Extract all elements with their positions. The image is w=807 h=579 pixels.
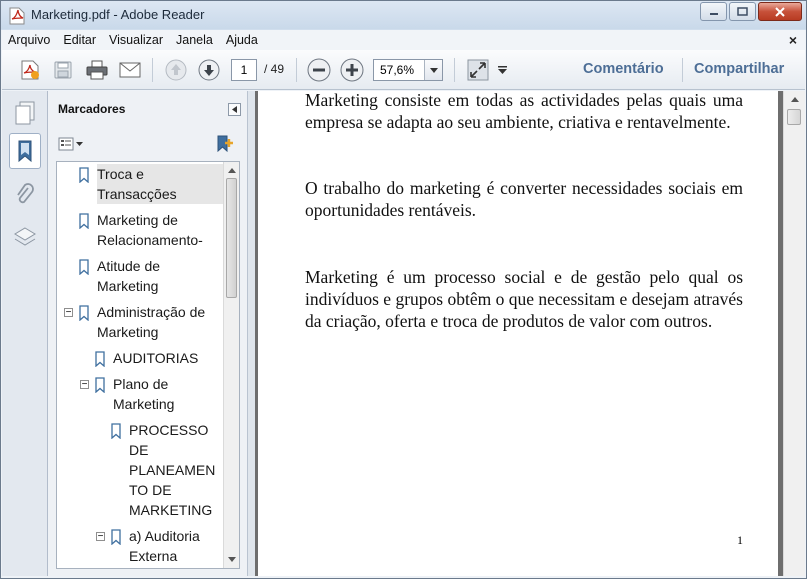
- paragraph: Marketing é um processo social e de gest…: [305, 267, 743, 331]
- bookmark-options-button[interactable]: [58, 137, 84, 154]
- scroll-thumb[interactable]: [226, 178, 237, 298]
- title-bar: Marketing.pdf - Adobe Reader: [1, 1, 806, 30]
- zoom-out-button[interactable]: [306, 57, 332, 83]
- toolbar-options-button[interactable]: [495, 57, 509, 83]
- comment-button[interactable]: Comentário: [583, 61, 664, 77]
- bookmark-icon: [18, 140, 32, 163]
- app-window: Marketing.pdf - Adobe Reader Arquivo Edi…: [0, 0, 807, 579]
- menu-ajuda[interactable]: Ajuda: [226, 33, 258, 47]
- options-menu-icon: [58, 137, 83, 151]
- print-button[interactable]: [84, 57, 110, 83]
- paragraph: O trabalho do marketing é converter nece…: [305, 178, 743, 220]
- window-title: Marketing.pdf - Adobe Reader: [31, 7, 205, 22]
- minimize-button[interactable]: [700, 2, 727, 21]
- page-number: 1: [737, 533, 743, 547]
- new-bookmark-button[interactable]: [215, 135, 235, 156]
- bookmark-label: AUDITORIAS: [113, 350, 199, 366]
- envelope-icon: [119, 62, 141, 78]
- menu-visualizar[interactable]: Visualizar: [109, 33, 163, 47]
- collapse-toggle[interactable]: −: [96, 532, 105, 542]
- expand-icon: [467, 59, 489, 81]
- zoom-in-button[interactable]: [339, 57, 365, 83]
- previous-page-button[interactable]: [163, 57, 189, 83]
- save-button[interactable]: [50, 57, 76, 83]
- bookmark-icon: [78, 305, 90, 322]
- panel-title: Marcadores: [58, 102, 126, 116]
- overflow-chevron-icon: [497, 66, 507, 74]
- maximize-button[interactable]: [729, 2, 756, 21]
- scroll-thumb[interactable]: [787, 109, 801, 125]
- attachments-button[interactable]: [9, 177, 41, 213]
- toolbar: 1 / 49 57,6% Comentário Compartilhar: [2, 50, 805, 90]
- paragraph: Marketing consiste em todas as actividad…: [305, 90, 743, 132]
- menu-bar: Arquivo Editar Visualizar Janela Ajuda ×: [2, 30, 805, 50]
- bookmark-icon: [110, 529, 122, 546]
- bookmark-label: a) Auditoria Externa: [129, 528, 200, 564]
- zoom-value: 57,6%: [380, 63, 415, 77]
- share-button[interactable]: Compartilhar: [694, 61, 784, 77]
- arrow-up-icon: [165, 59, 187, 81]
- collapse-toggle[interactable]: −: [64, 308, 73, 318]
- bookmark-icon: [78, 167, 90, 184]
- scroll-up-icon[interactable]: [227, 165, 237, 175]
- arrow-down-icon: [198, 59, 220, 81]
- printer-icon: [86, 60, 108, 80]
- layers-button[interactable]: [9, 219, 41, 255]
- bookmark-label: Troca e Transacções: [97, 164, 223, 204]
- menu-arquivo[interactable]: Arquivo: [8, 33, 50, 47]
- menu-janela[interactable]: Janela: [176, 33, 213, 47]
- bookmark-icon: [78, 259, 90, 276]
- pdf-file-icon: [9, 7, 25, 25]
- page-total: / 49: [264, 62, 285, 76]
- bookmarks-scrollbar[interactable]: [223, 162, 239, 568]
- collapse-panel-button[interactable]: [228, 103, 241, 116]
- collapse-toggle[interactable]: −: [80, 380, 89, 390]
- paperclip-icon: [17, 183, 34, 204]
- save-icon: [54, 61, 72, 79]
- panel-splitter[interactable]: [247, 91, 255, 576]
- email-button[interactable]: [117, 57, 143, 83]
- navigation-rail: [2, 91, 48, 576]
- scroll-up-icon[interactable]: [790, 94, 800, 104]
- chevron-left-icon: [232, 106, 237, 113]
- close-window-button[interactable]: [758, 2, 802, 21]
- page-thumbnails-button[interactable]: [9, 95, 41, 131]
- close-document-button[interactable]: ×: [789, 32, 797, 48]
- create-pdf-button[interactable]: [17, 57, 43, 83]
- bookmark-icon: [94, 351, 106, 368]
- bookmark-label: Atitude de Marketing: [97, 258, 161, 294]
- zoom-select[interactable]: 57,6%: [373, 59, 443, 81]
- bookmarks-tree: Troca e Transacções Marketing de Relacio…: [56, 161, 240, 569]
- document-scrollbar[interactable]: [783, 91, 805, 576]
- bookmark-add-icon: [217, 135, 233, 153]
- create-pdf-icon: [21, 60, 39, 80]
- pages-icon: [15, 101, 35, 125]
- layers-icon: [14, 227, 36, 246]
- bookmark-label: Marketing de Relacionamento-: [97, 212, 203, 248]
- bookmark-label: Administração de Marketing: [97, 304, 206, 340]
- full-screen-button[interactable]: [465, 57, 491, 83]
- next-page-button[interactable]: [196, 57, 222, 83]
- pdf-page: Marketing consiste em todas as actividad…: [258, 90, 778, 576]
- bookmark-icon: [94, 377, 106, 394]
- minus-circle-icon: [307, 58, 331, 82]
- plus-circle-icon: [340, 58, 364, 82]
- chevron-down-icon[interactable]: [424, 60, 442, 80]
- bookmarks-panel: Marcadores Troca e Transacções Marketing…: [48, 91, 247, 576]
- bookmark-label: Plano de Marketing: [113, 376, 175, 412]
- bookmark-icon: [78, 213, 90, 230]
- scroll-down-icon[interactable]: [227, 554, 237, 564]
- page-number-input[interactable]: 1: [231, 59, 257, 81]
- bookmarks-button[interactable]: [9, 133, 41, 169]
- document-view: Marketing consiste em todas as actividad…: [255, 90, 783, 576]
- menu-editar[interactable]: Editar: [63, 33, 96, 47]
- bookmark-icon: [110, 423, 122, 440]
- bookmark-label: PROCESSO DE PLANEAMEN TO DE MARKETING: [129, 422, 216, 518]
